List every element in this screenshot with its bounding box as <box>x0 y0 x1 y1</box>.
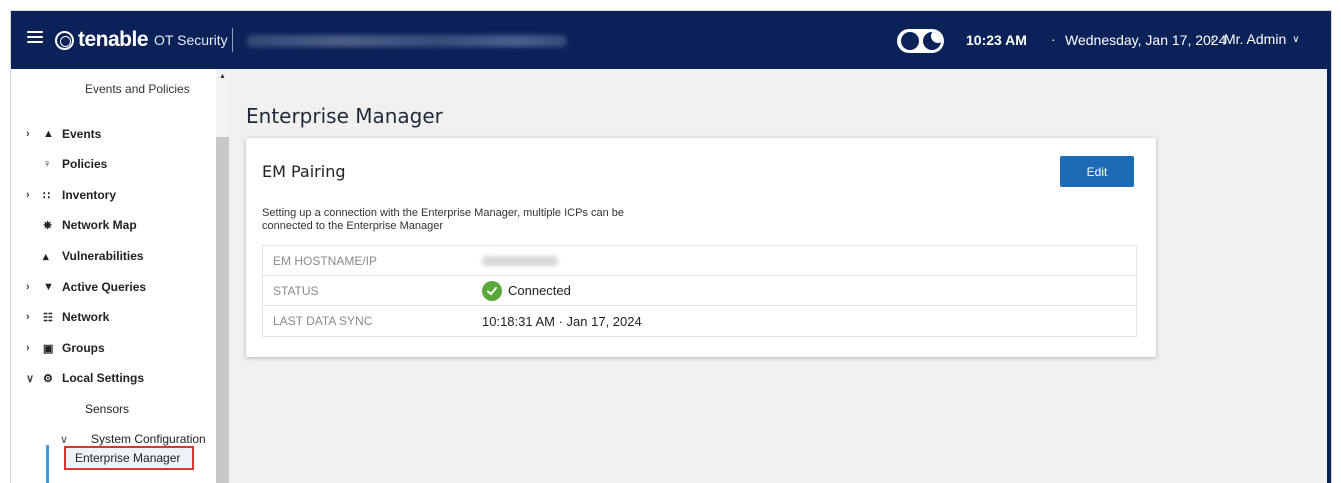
table-row: EM HOSTNAME/IP <box>263 246 1136 276</box>
brand-name: tenable <box>78 28 149 51</box>
scrollbar-thumb[interactable] <box>216 137 229 483</box>
sidebar-item-label: Events <box>62 127 102 141</box>
app-window: tenable OT Security 10:23 AM · Wednesday… <box>10 10 1332 483</box>
moon-icon <box>923 32 941 50</box>
sidebar-item-network[interactable]: › ☷ Network <box>11 302 216 332</box>
redacted-hostname <box>247 35 567 47</box>
chevron-right-icon: › <box>26 189 30 201</box>
chevron-down-icon: ∨ <box>1292 33 1300 45</box>
sidebar-item-enterprise-manager[interactable]: Enterprise Manager <box>64 446 194 470</box>
settings-icon: ⚙ <box>43 372 53 385</box>
sidebar-item-label: System Configuration <box>91 432 206 446</box>
row-key: LAST DATA SYNC <box>273 314 373 328</box>
page-title: Enterprise Manager <box>246 104 443 128</box>
card-description: Setting up a connection with the Enterpr… <box>262 207 624 232</box>
bell-icon: ▲ <box>43 128 54 140</box>
check-circle-icon <box>482 280 502 301</box>
right-edge-strip <box>1327 69 1331 483</box>
sidebar-item-label: Active Queries <box>62 280 147 294</box>
chevron-right-icon: › <box>26 342 30 354</box>
sidebar-item-label: Network Map <box>62 218 137 232</box>
pairing-details-table: EM HOSTNAME/IP STATUS Connected LAST DAT… <box>262 245 1137 337</box>
inventory-icon: ∷ <box>43 189 50 202</box>
shield-icon: ▼ <box>43 281 54 293</box>
sidebar-item-inventory[interactable]: › ∷ Inventory <box>11 180 216 210</box>
status-value: Connected <box>508 283 571 298</box>
top-bar: tenable OT Security 10:23 AM · Wednesday… <box>11 11 1331 69</box>
em-pairing-card: EM Pairing Edit Setting up a connection … <box>246 138 1156 357</box>
sidebar-item-label: Network <box>62 310 110 324</box>
network-map-icon: ✵ <box>43 219 53 232</box>
sidebar-item-sensors[interactable]: Sensors <box>11 394 216 424</box>
chevron-down-icon: ∨ <box>26 372 35 385</box>
sidebar-item-label: Sensors <box>85 402 130 416</box>
row-key: STATUS <box>273 283 319 298</box>
network-icon: ☷ <box>43 311 53 324</box>
table-row: STATUS Connected <box>263 276 1136 306</box>
sidebar-item-vulnerabilities[interactable]: ▴ Vulnerabilities <box>11 241 216 271</box>
sidebar-item-events[interactable]: › ▲ Events <box>11 119 216 149</box>
menu-icon[interactable] <box>27 31 43 45</box>
chevron-down-icon: ∨ <box>60 433 69 446</box>
row-key: EM HOSTNAME/IP <box>273 253 378 268</box>
sidebar-heading: Events and Policies <box>85 82 190 96</box>
row-value: Connected <box>482 280 571 301</box>
sidebar-item-label: Policies <box>62 157 108 171</box>
chevron-right-icon: › <box>26 311 30 323</box>
vulnerabilities-icon: ▴ <box>43 250 49 263</box>
groups-icon: ▣ <box>43 342 54 355</box>
sun-icon <box>901 32 919 50</box>
main-content: Enterprise Manager EM Pairing Edit Setti… <box>230 69 1331 483</box>
sidebar-item-active-queries[interactable]: › ▼ Active Queries <box>11 272 216 302</box>
sidebar-scrollbar[interactable]: ▲ <box>216 69 229 483</box>
sidebar-item-label: Vulnerabilities <box>62 249 144 263</box>
sidebar-item-label: Groups <box>62 341 105 355</box>
current-time: 10:23 AM <box>966 32 1027 48</box>
sidebar-item-network-map[interactable]: ✵ Network Map <box>11 210 216 240</box>
sidebar: Events and Policies › ▲ Events ♀ Policie… <box>11 69 229 483</box>
brand-logo: tenable OT Security <box>55 25 228 55</box>
card-title: EM Pairing <box>262 162 346 181</box>
sidebar-item-label: Inventory <box>62 188 117 202</box>
sidebar-item-local-settings[interactable]: ∨ ⚙ Local Settings <box>11 363 216 393</box>
user-name: Mr. Admin <box>1224 31 1287 47</box>
edit-button[interactable]: Edit <box>1060 156 1134 187</box>
sidebar-item-groups[interactable]: › ▣ Groups <box>11 333 216 363</box>
tenable-logo-icon <box>55 30 74 50</box>
divider <box>232 28 233 52</box>
chevron-right-icon: › <box>26 128 30 140</box>
theme-toggle[interactable] <box>897 29 944 53</box>
brand-product: OT Security <box>154 32 228 48</box>
redacted-ip <box>482 255 558 266</box>
table-row: LAST DATA SYNC 10:18:31 AM · Jan 17, 202… <box>263 306 1136 336</box>
policy-icon: ♀ <box>43 158 52 170</box>
row-value <box>482 255 558 266</box>
scroll-up-icon[interactable]: ▲ <box>219 73 226 80</box>
sidebar-item-policies[interactable]: ♀ Policies <box>11 149 216 179</box>
active-indicator <box>46 445 49 483</box>
chevron-right-icon: › <box>26 281 30 293</box>
user-icon: ♁ <box>1208 32 1217 46</box>
time-date-separator: · <box>1051 31 1056 47</box>
current-date: Wednesday, Jan 17, 2024 <box>1065 32 1227 48</box>
user-menu[interactable]: ♁ Mr. Admin ∨ <box>1208 31 1300 47</box>
row-value: 10:18:31 AM · Jan 17, 2024 <box>482 313 642 329</box>
sidebar-item-label: Local Settings <box>62 371 145 385</box>
